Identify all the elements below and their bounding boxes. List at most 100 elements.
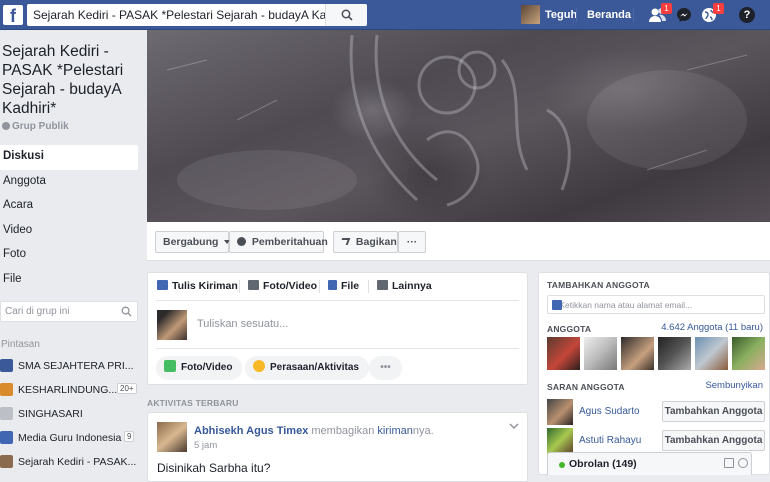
more-composer-options-button[interactable]: ••• — [369, 356, 402, 380]
post-text: Disinikah Sarbha itu? — [157, 461, 271, 475]
notify-button-label: Pemberitahuan — [251, 236, 328, 248]
facebook-logo[interactable]: f — [3, 5, 23, 26]
search-icon — [121, 306, 132, 317]
group-cover-photo[interactable] — [147, 30, 770, 222]
shortcut-label: Media Guru Indonesia — [18, 432, 122, 444]
compose-message-icon[interactable] — [724, 458, 734, 468]
nav-item-diskusi[interactable]: Diskusi — [0, 145, 138, 170]
chat-sidebar-toggle[interactable]: Obrolan (149) — [547, 452, 752, 475]
chevron-down-icon[interactable] — [509, 423, 519, 430]
gear-icon[interactable] — [738, 458, 748, 468]
tab-divider — [319, 280, 320, 293]
chat-label: Obrolan (149) — [569, 458, 637, 470]
post-timestamp[interactable]: 5 jam — [194, 440, 217, 451]
recent-activity-heading: AKTIVITAS TERBARU — [147, 398, 239, 408]
member-avatar[interactable] — [584, 337, 617, 370]
post-suffix: nya. — [412, 425, 434, 437]
nav-item-acara[interactable]: Acara — [0, 194, 138, 219]
share-button[interactable]: Bagikan — [333, 231, 398, 253]
camera-icon — [248, 280, 259, 290]
group-icon — [0, 383, 13, 396]
group-search-input[interactable]: Cari di grup ini — [0, 301, 138, 322]
suggested-members-heading: SARAN ANGGOTA — [547, 382, 625, 392]
shortcut-item[interactable]: Sejarah Kediri - PASAK... — [0, 454, 140, 472]
shortcut-item[interactable]: KESHARLINDUNG... 20+ — [0, 382, 140, 400]
avatar[interactable] — [547, 399, 573, 425]
search-input[interactable]: Sejarah Kediri - PASAK *Pelestari Sejara… — [33, 8, 333, 22]
group-name[interactable]: Sejarah Kediri - PASAK *Pelestari Sejara… — [2, 42, 138, 118]
nav-item-video[interactable]: Video — [0, 219, 138, 244]
join-group-button[interactable]: Bergabung — [155, 231, 231, 253]
tab-photo-video-label: Foto/Video — [263, 280, 318, 292]
top-navigation-bar: f Sejarah Kediri - PASAK *Pelestari Seja… — [0, 0, 770, 30]
group-privacy: Grup Publik — [2, 121, 69, 132]
add-member-button[interactable]: Tambahkan Anggota — [662, 401, 765, 422]
avatar — [157, 310, 187, 340]
post-header: Abhisekh Agus Timex membagikan kirimanny… — [194, 425, 434, 437]
friend-requests-button[interactable]: 1 — [648, 3, 672, 24]
cover-relief-carving — [166, 34, 748, 210]
member-avatar[interactable] — [695, 337, 728, 370]
add-member-button[interactable]: Tambahkan Anggota — [662, 430, 765, 451]
photo-video-button[interactable]: Foto/Video — [156, 356, 243, 380]
avatar[interactable] — [157, 422, 187, 452]
member-avatar[interactable] — [732, 337, 765, 370]
member-avatar[interactable] — [621, 337, 654, 370]
hide-suggestions-link[interactable]: Sembunyikan — [705, 380, 763, 391]
members-count-link[interactable]: 4.642 Anggota (11 baru) — [661, 322, 763, 333]
book-icon — [0, 431, 13, 444]
notifications-button[interactable]: 1 — [700, 3, 724, 24]
search-icon — [341, 9, 353, 21]
shortcuts-heading: Pintasan — [1, 339, 40, 350]
friend-requests-badge: 1 — [661, 3, 672, 14]
tab-more[interactable]: Lainnya — [377, 280, 432, 292]
group-navigation: Diskusi Anggota Acara Video Foto File — [0, 145, 138, 292]
help-icon[interactable]: ? — [739, 7, 755, 23]
photo-video-button-label: Foto/Video — [181, 362, 233, 373]
group-icon — [0, 359, 13, 372]
add-member-input[interactable]: + Ketikkan nama atau alamat email... — [547, 295, 765, 314]
post-author[interactable]: Abhisekh Agus Timex — [194, 425, 308, 437]
pencil-icon — [157, 280, 168, 290]
smiley-icon — [253, 360, 265, 372]
contact-book-icon — [552, 300, 562, 310]
more-options-button[interactable]: ··· — [398, 231, 426, 253]
member-avatar[interactable] — [658, 337, 691, 370]
messenger-icon — [677, 8, 691, 22]
public-globe-icon — [2, 122, 10, 130]
member-avatar[interactable] — [547, 337, 580, 370]
profile-avatar[interactable] — [521, 5, 540, 24]
shortcut-item[interactable]: Media Guru Indonesia 9 — [0, 430, 140, 448]
add-member-placeholder: + Ketikkan nama atau alamat email... — [552, 300, 693, 310]
list-icon — [377, 280, 388, 290]
suggested-member-name[interactable]: Astuti Rahayu — [579, 435, 641, 446]
tab-write-post[interactable]: Tulis Kiriman — [157, 280, 238, 292]
shortcut-item[interactable]: SMA SEJAHTERA PRI... — [0, 358, 140, 376]
share-button-label: Bagikan — [355, 236, 397, 248]
tab-file[interactable]: File — [328, 280, 359, 292]
nav-item-file[interactable]: File — [0, 268, 138, 293]
shortcut-label: SMA SEJAHTERA PRI... — [18, 360, 134, 372]
feeling-activity-button[interactable]: Perasaan/Aktivitas — [245, 356, 369, 380]
nav-item-anggota[interactable]: Anggota — [0, 170, 138, 195]
shortcut-item[interactable]: SINGHASARI — [0, 406, 140, 424]
notifications-settings-button[interactable]: Pemberitahuan — [229, 231, 328, 253]
tab-photo-video[interactable]: Foto/Video — [248, 280, 317, 292]
search-box[interactable]: Sejarah Kediri - PASAK *Pelestari Sejara… — [27, 4, 367, 26]
online-status-dot — [559, 462, 565, 468]
post-composer: Tulis Kiriman Foto/Video File Lainnya Tu… — [147, 272, 528, 385]
messages-button[interactable] — [675, 6, 695, 24]
search-button[interactable] — [325, 4, 367, 26]
join-button-label: Bergabung — [163, 236, 219, 248]
profile-link[interactable]: Teguh — [545, 9, 577, 21]
nav-item-foto[interactable]: Foto — [0, 243, 138, 268]
suggested-member-name[interactable]: Agus Sudarto — [579, 406, 640, 417]
composer-input[interactable]: Tuliskan sesuatu... — [197, 318, 288, 330]
notifications-badge: 1 — [713, 3, 724, 14]
shortcut-count-badge: 20+ — [117, 383, 137, 394]
post-object-link[interactable]: kiriman — [377, 425, 412, 437]
home-link[interactable]: Beranda — [587, 9, 631, 21]
avatar[interactable] — [547, 428, 573, 454]
photo-icon — [164, 360, 176, 372]
group-search-placeholder: Cari di grup ini — [5, 306, 70, 317]
